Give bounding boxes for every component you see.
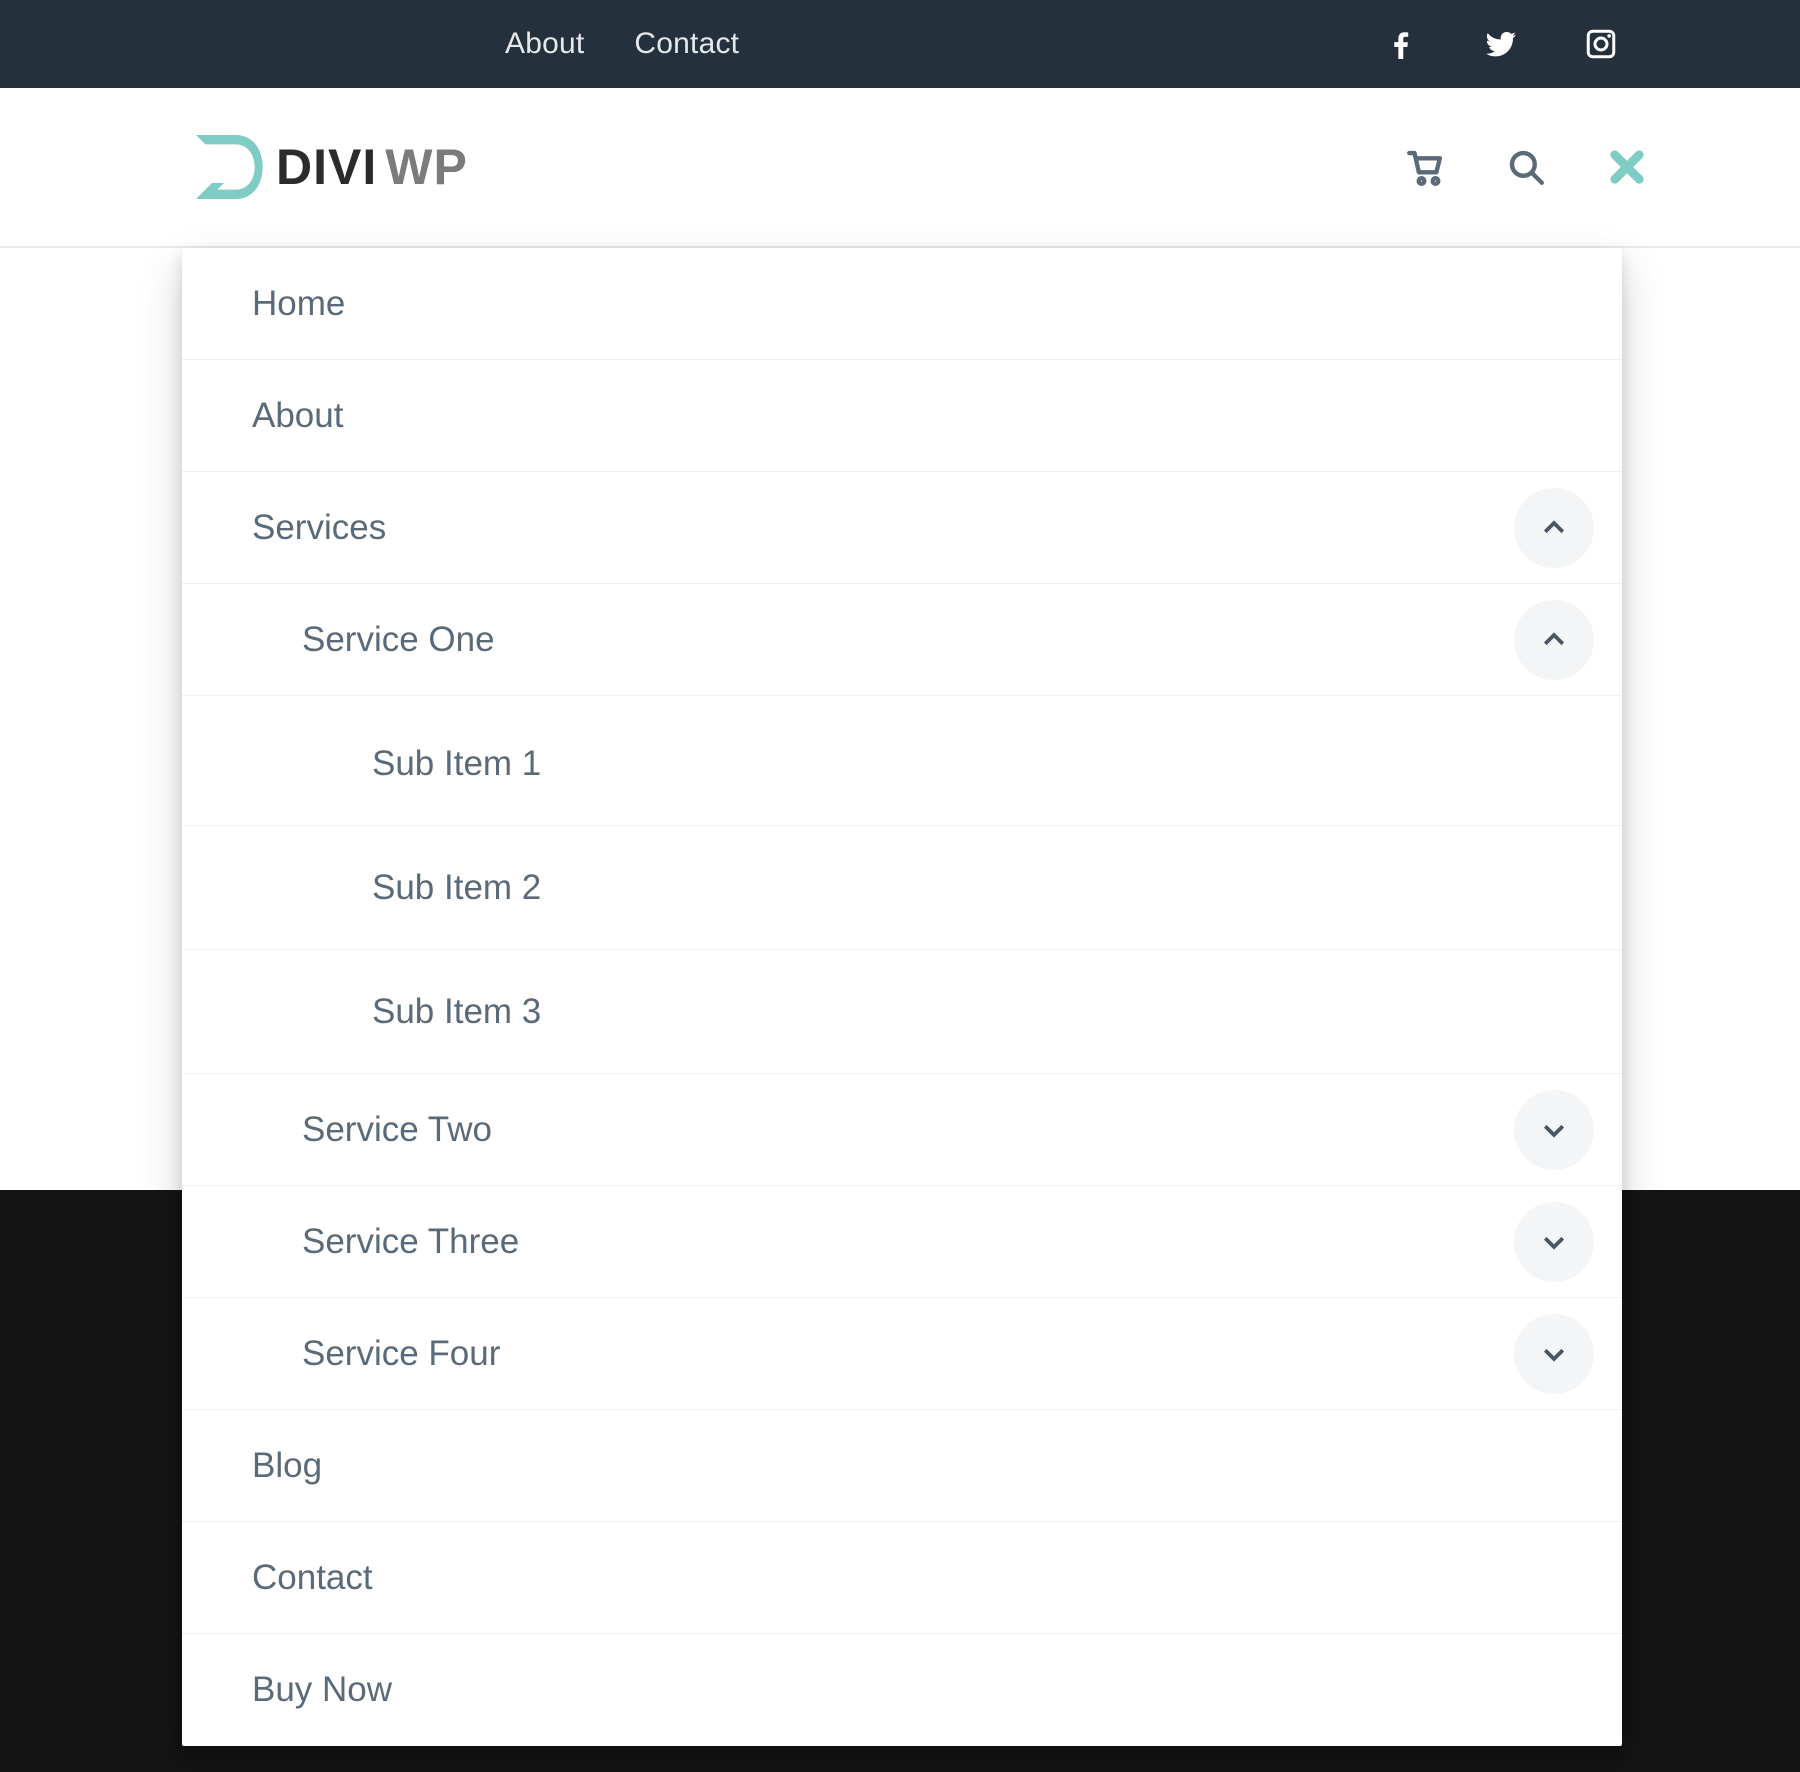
chevron-up-icon[interactable] — [1514, 600, 1594, 680]
menu-item-label: Sub Item 1 — [372, 744, 541, 784]
menu-item-label: Service Two — [302, 1110, 492, 1150]
menu-item-label: Buy Now — [252, 1670, 392, 1710]
services-submenu: Service One Sub Item 1 Sub Item 2 Sub It… — [182, 584, 1622, 1410]
chevron-down-icon[interactable] — [1514, 1314, 1594, 1394]
subsubmenu-item-3[interactable]: Sub Item 3 — [182, 950, 1622, 1074]
menu-item-label: About — [252, 396, 343, 436]
menu-item-blog[interactable]: Blog — [182, 1410, 1622, 1522]
menu-item-label: Home — [252, 284, 345, 324]
menu-item-buy-now[interactable]: Buy Now — [182, 1634, 1622, 1746]
twitter-icon[interactable] — [1482, 25, 1520, 63]
menu-item-contact[interactable]: Contact — [182, 1522, 1622, 1634]
menu-item-about[interactable]: About — [182, 360, 1622, 472]
service-one-submenu: Sub Item 1 Sub Item 2 Sub Item 3 — [182, 702, 1622, 1074]
logo[interactable]: DIVIWP — [188, 125, 468, 209]
chevron-up-icon[interactable] — [1514, 488, 1594, 568]
menu-item-label: Service One — [302, 620, 495, 660]
facebook-icon[interactable] — [1382, 25, 1420, 63]
menu-item-label: Service Four — [302, 1334, 500, 1374]
chevron-down-icon[interactable] — [1514, 1202, 1594, 1282]
subsubmenu-item-2[interactable]: Sub Item 2 — [182, 826, 1622, 950]
topbar-link-about[interactable]: About — [505, 27, 584, 61]
submenu-item-service-one[interactable]: Service One — [182, 584, 1622, 696]
topbar: About Contact — [0, 0, 1800, 88]
submenu-item-service-three[interactable]: Service Three — [182, 1186, 1622, 1298]
submenu-item-service-four[interactable]: Service Four — [182, 1298, 1622, 1410]
cart-icon[interactable] — [1402, 144, 1448, 190]
header: DIVIWP — [0, 88, 1800, 248]
logo-text-main: DIVI — [276, 142, 377, 192]
chevron-down-icon[interactable] — [1514, 1090, 1594, 1170]
logo-mark-icon — [188, 125, 268, 209]
submenu-item-service-two[interactable]: Service Two — [182, 1074, 1622, 1186]
menu-item-home[interactable]: Home — [182, 248, 1622, 360]
subsubmenu-item-1[interactable]: Sub Item 1 — [182, 702, 1622, 826]
menu-item-label: Contact — [252, 1558, 373, 1598]
menu-item-services[interactable]: Services — [182, 472, 1622, 584]
header-icons — [1402, 88, 1650, 246]
instagram-icon[interactable] — [1582, 25, 1620, 63]
search-icon[interactable] — [1503, 144, 1549, 190]
logo-text-sub: WP — [385, 142, 468, 192]
menu-item-label: Sub Item 3 — [372, 992, 541, 1032]
close-icon[interactable] — [1604, 144, 1650, 190]
topbar-links: About Contact — [505, 0, 739, 88]
menu-item-label: Services — [252, 508, 386, 548]
menu-item-label: Sub Item 2 — [372, 868, 541, 908]
menu-item-label: Blog — [252, 1446, 322, 1486]
topbar-social — [1382, 25, 1620, 63]
topbar-link-contact[interactable]: Contact — [634, 27, 739, 61]
menu-item-label: Service Three — [302, 1222, 519, 1262]
mobile-menu-panel: Home About Services Service One Sub Item… — [182, 248, 1622, 1746]
